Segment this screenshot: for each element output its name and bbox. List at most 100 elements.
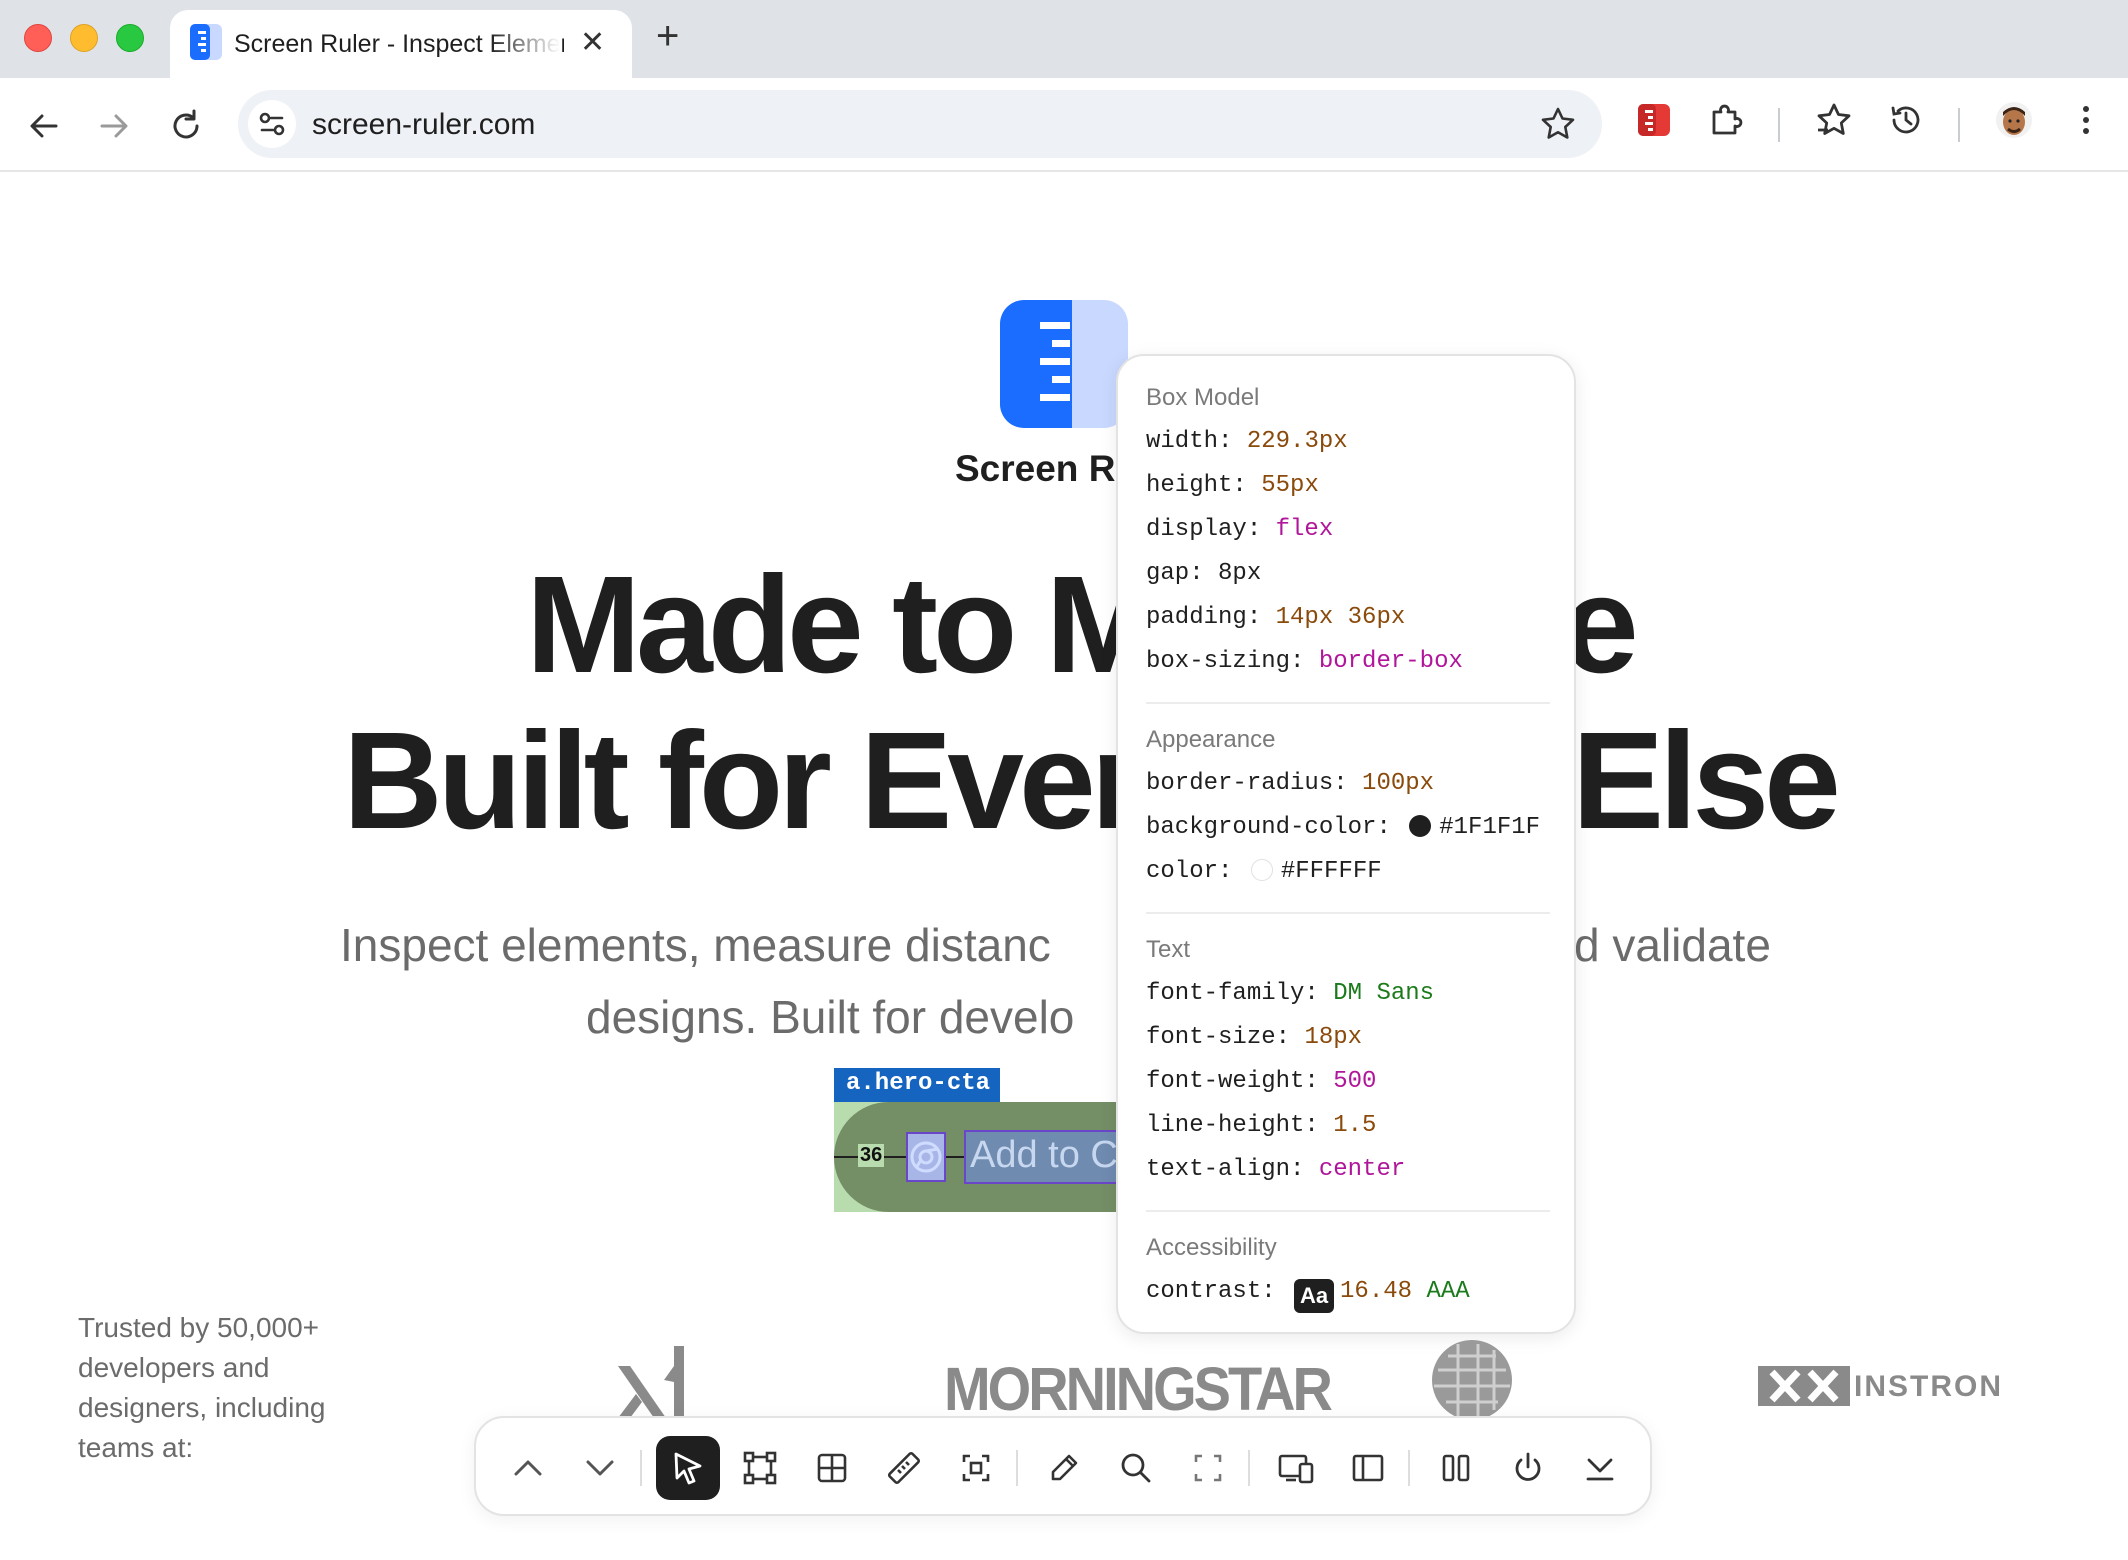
- columns-layout-button[interactable]: [1424, 1436, 1488, 1500]
- dock-separator: [1408, 1450, 1410, 1486]
- window-minimize-button[interactable]: [70, 24, 98, 52]
- toolbar-separator: [1778, 108, 1780, 142]
- hero-subtitle-line1-left: Inspect elements, measure distanc: [340, 919, 1051, 971]
- chevron-up-icon: [514, 1460, 542, 1476]
- prop-display: display: flex: [1146, 516, 1334, 543]
- window-close-button[interactable]: [24, 24, 52, 52]
- cta-icon-highlight: [906, 1132, 946, 1182]
- url-text[interactable]: screen-ruler.com: [312, 108, 535, 142]
- tool-dock: [474, 1416, 1652, 1516]
- ruler-icon: [887, 1451, 921, 1485]
- zoom-tool-button[interactable]: [1104, 1436, 1168, 1500]
- prop-box-sizing: box-sizing: border-box: [1146, 648, 1463, 675]
- padding-measure-value: 36: [858, 1144, 885, 1167]
- section-divider: [1146, 1210, 1550, 1212]
- tab-title-fade: [490, 22, 560, 66]
- prop-contrast: contrast: Aa 16.48 AAA: [1146, 1278, 1470, 1313]
- properties-panel: Box Model width: 229.3px height: 55px di…: [1116, 354, 1576, 1334]
- forward-arrow-icon[interactable]: [94, 106, 134, 146]
- prop-border-radius: border-radius: 100px: [1146, 770, 1435, 797]
- prop-font-size: font-size: 18px: [1146, 1024, 1363, 1051]
- browser-toolbar: screen-ruler.com: [0, 78, 2128, 172]
- color-swatch-dark: [1409, 815, 1432, 837]
- ruler-tool-button[interactable]: [872, 1436, 936, 1500]
- screenshot-area-button[interactable]: [1176, 1436, 1240, 1500]
- previous-element-button[interactable]: [496, 1436, 560, 1500]
- responsive-view-button[interactable]: [1264, 1436, 1328, 1500]
- more-menu-icon[interactable]: [2066, 100, 2106, 140]
- x-ai-logo: [618, 1346, 684, 1418]
- instron-logo: INSTRON: [1854, 1370, 2003, 1403]
- prop-height: height: 55px: [1146, 472, 1319, 499]
- bounding-box-tool-button[interactable]: [728, 1436, 792, 1500]
- browser-tab-bar: Screen Ruler - Inspect Element ✕ +: [0, 0, 2128, 78]
- hero-subtitle-line2: designs. Built for develo: [586, 991, 1075, 1043]
- chrome-icon: [910, 1141, 942, 1173]
- wikipedia-globe-logo: [1432, 1340, 1512, 1420]
- profile-avatar-icon[interactable]: [1994, 100, 2034, 140]
- bookmarks-manager-icon[interactable]: [1814, 100, 1854, 140]
- sidebar-icon: [1352, 1454, 1384, 1482]
- prop-font-family: font-family: DM Sans: [1146, 980, 1435, 1007]
- screen-ruler-logo: [1000, 300, 1128, 428]
- extensions-puzzle-icon[interactable]: [1706, 100, 1746, 140]
- prop-background-color: background-color: #1F1F1F: [1146, 814, 1541, 841]
- tab-screen-ruler[interactable]: Screen Ruler - Inspect Element ✕: [170, 10, 632, 78]
- tab-close-icon[interactable]: ✕: [580, 28, 605, 58]
- section-title-box-model: Box Model: [1146, 384, 1260, 411]
- power-toggle-button[interactable]: [1496, 1436, 1560, 1500]
- hero-heading-line2-left: Built for Ever: [343, 704, 1144, 858]
- power-icon: [1515, 1452, 1541, 1481]
- site-settings-button[interactable]: [248, 100, 296, 148]
- morningstar-logo: MORNINGSTAR: [944, 1353, 1333, 1424]
- contrast-badge: Aa: [1294, 1279, 1335, 1313]
- focus-icon: [962, 1454, 990, 1482]
- prop-color: color: #FFFFFF: [1146, 858, 1382, 885]
- inspected-element-label: a.hero-cta: [834, 1068, 1000, 1102]
- grid-tool-button[interactable]: [800, 1436, 864, 1500]
- tune-icon: [259, 112, 285, 136]
- prop-padding: padding: 14px 36px: [1146, 604, 1406, 631]
- eyedropper-icon: [1051, 1454, 1078, 1481]
- hero-heading-line2-right: Else: [1572, 704, 1841, 858]
- columns-icon: [1442, 1454, 1470, 1482]
- section-divider: [1146, 912, 1550, 914]
- new-tab-icon[interactable]: +: [656, 16, 679, 56]
- section-title-accessibility: Accessibility: [1146, 1234, 1277, 1261]
- inspect-tool-button[interactable]: [656, 1436, 720, 1500]
- window-zoom-button[interactable]: [116, 24, 144, 52]
- prop-gap: gap: 8px: [1146, 560, 1262, 587]
- pointer-icon: [674, 1452, 702, 1485]
- prop-text-align: text-align: center: [1146, 1156, 1406, 1183]
- section-divider: [1146, 702, 1550, 704]
- grid-icon: [817, 1453, 847, 1483]
- section-title-appearance: Appearance: [1146, 726, 1276, 753]
- bookmark-star-icon[interactable]: [1538, 104, 1578, 144]
- sidebar-toggle-button[interactable]: [1336, 1436, 1400, 1500]
- magnifier-icon: [1121, 1453, 1151, 1483]
- address-bar[interactable]: screen-ruler.com: [238, 90, 1602, 158]
- minimize-dock-button[interactable]: [1568, 1436, 1632, 1500]
- instron-symbol-logo: [1758, 1366, 1850, 1406]
- expand-icon: [1194, 1454, 1222, 1482]
- prop-width: width: 229.3px: [1146, 428, 1348, 455]
- color-picker-button[interactable]: [1032, 1436, 1096, 1500]
- history-icon[interactable]: [1886, 100, 1926, 140]
- prop-font-weight: font-weight: 500: [1146, 1068, 1377, 1095]
- collapse-icon: [1586, 1458, 1614, 1481]
- responsive-icon: [1278, 1454, 1314, 1484]
- hero-cta-overlay[interactable]: 36 Add to Ch: [834, 1102, 1152, 1212]
- dock-separator: [1248, 1450, 1250, 1486]
- next-element-button[interactable]: [568, 1436, 632, 1500]
- prop-line-height: line-height: 1.5: [1146, 1112, 1377, 1139]
- hero-subtitle-line1-right: d validate: [1574, 919, 1771, 971]
- dock-separator: [640, 1450, 642, 1486]
- chevron-down-icon: [586, 1460, 614, 1476]
- focus-tool-button[interactable]: [944, 1436, 1008, 1500]
- reload-icon[interactable]: [166, 106, 206, 146]
- back-arrow-icon[interactable]: [24, 106, 64, 146]
- dock-separator: [1016, 1450, 1018, 1486]
- screen-ruler-extension-icon[interactable]: [1636, 100, 1672, 140]
- bounding-box-icon: [743, 1451, 777, 1485]
- toolbar-separator: [1958, 108, 1960, 142]
